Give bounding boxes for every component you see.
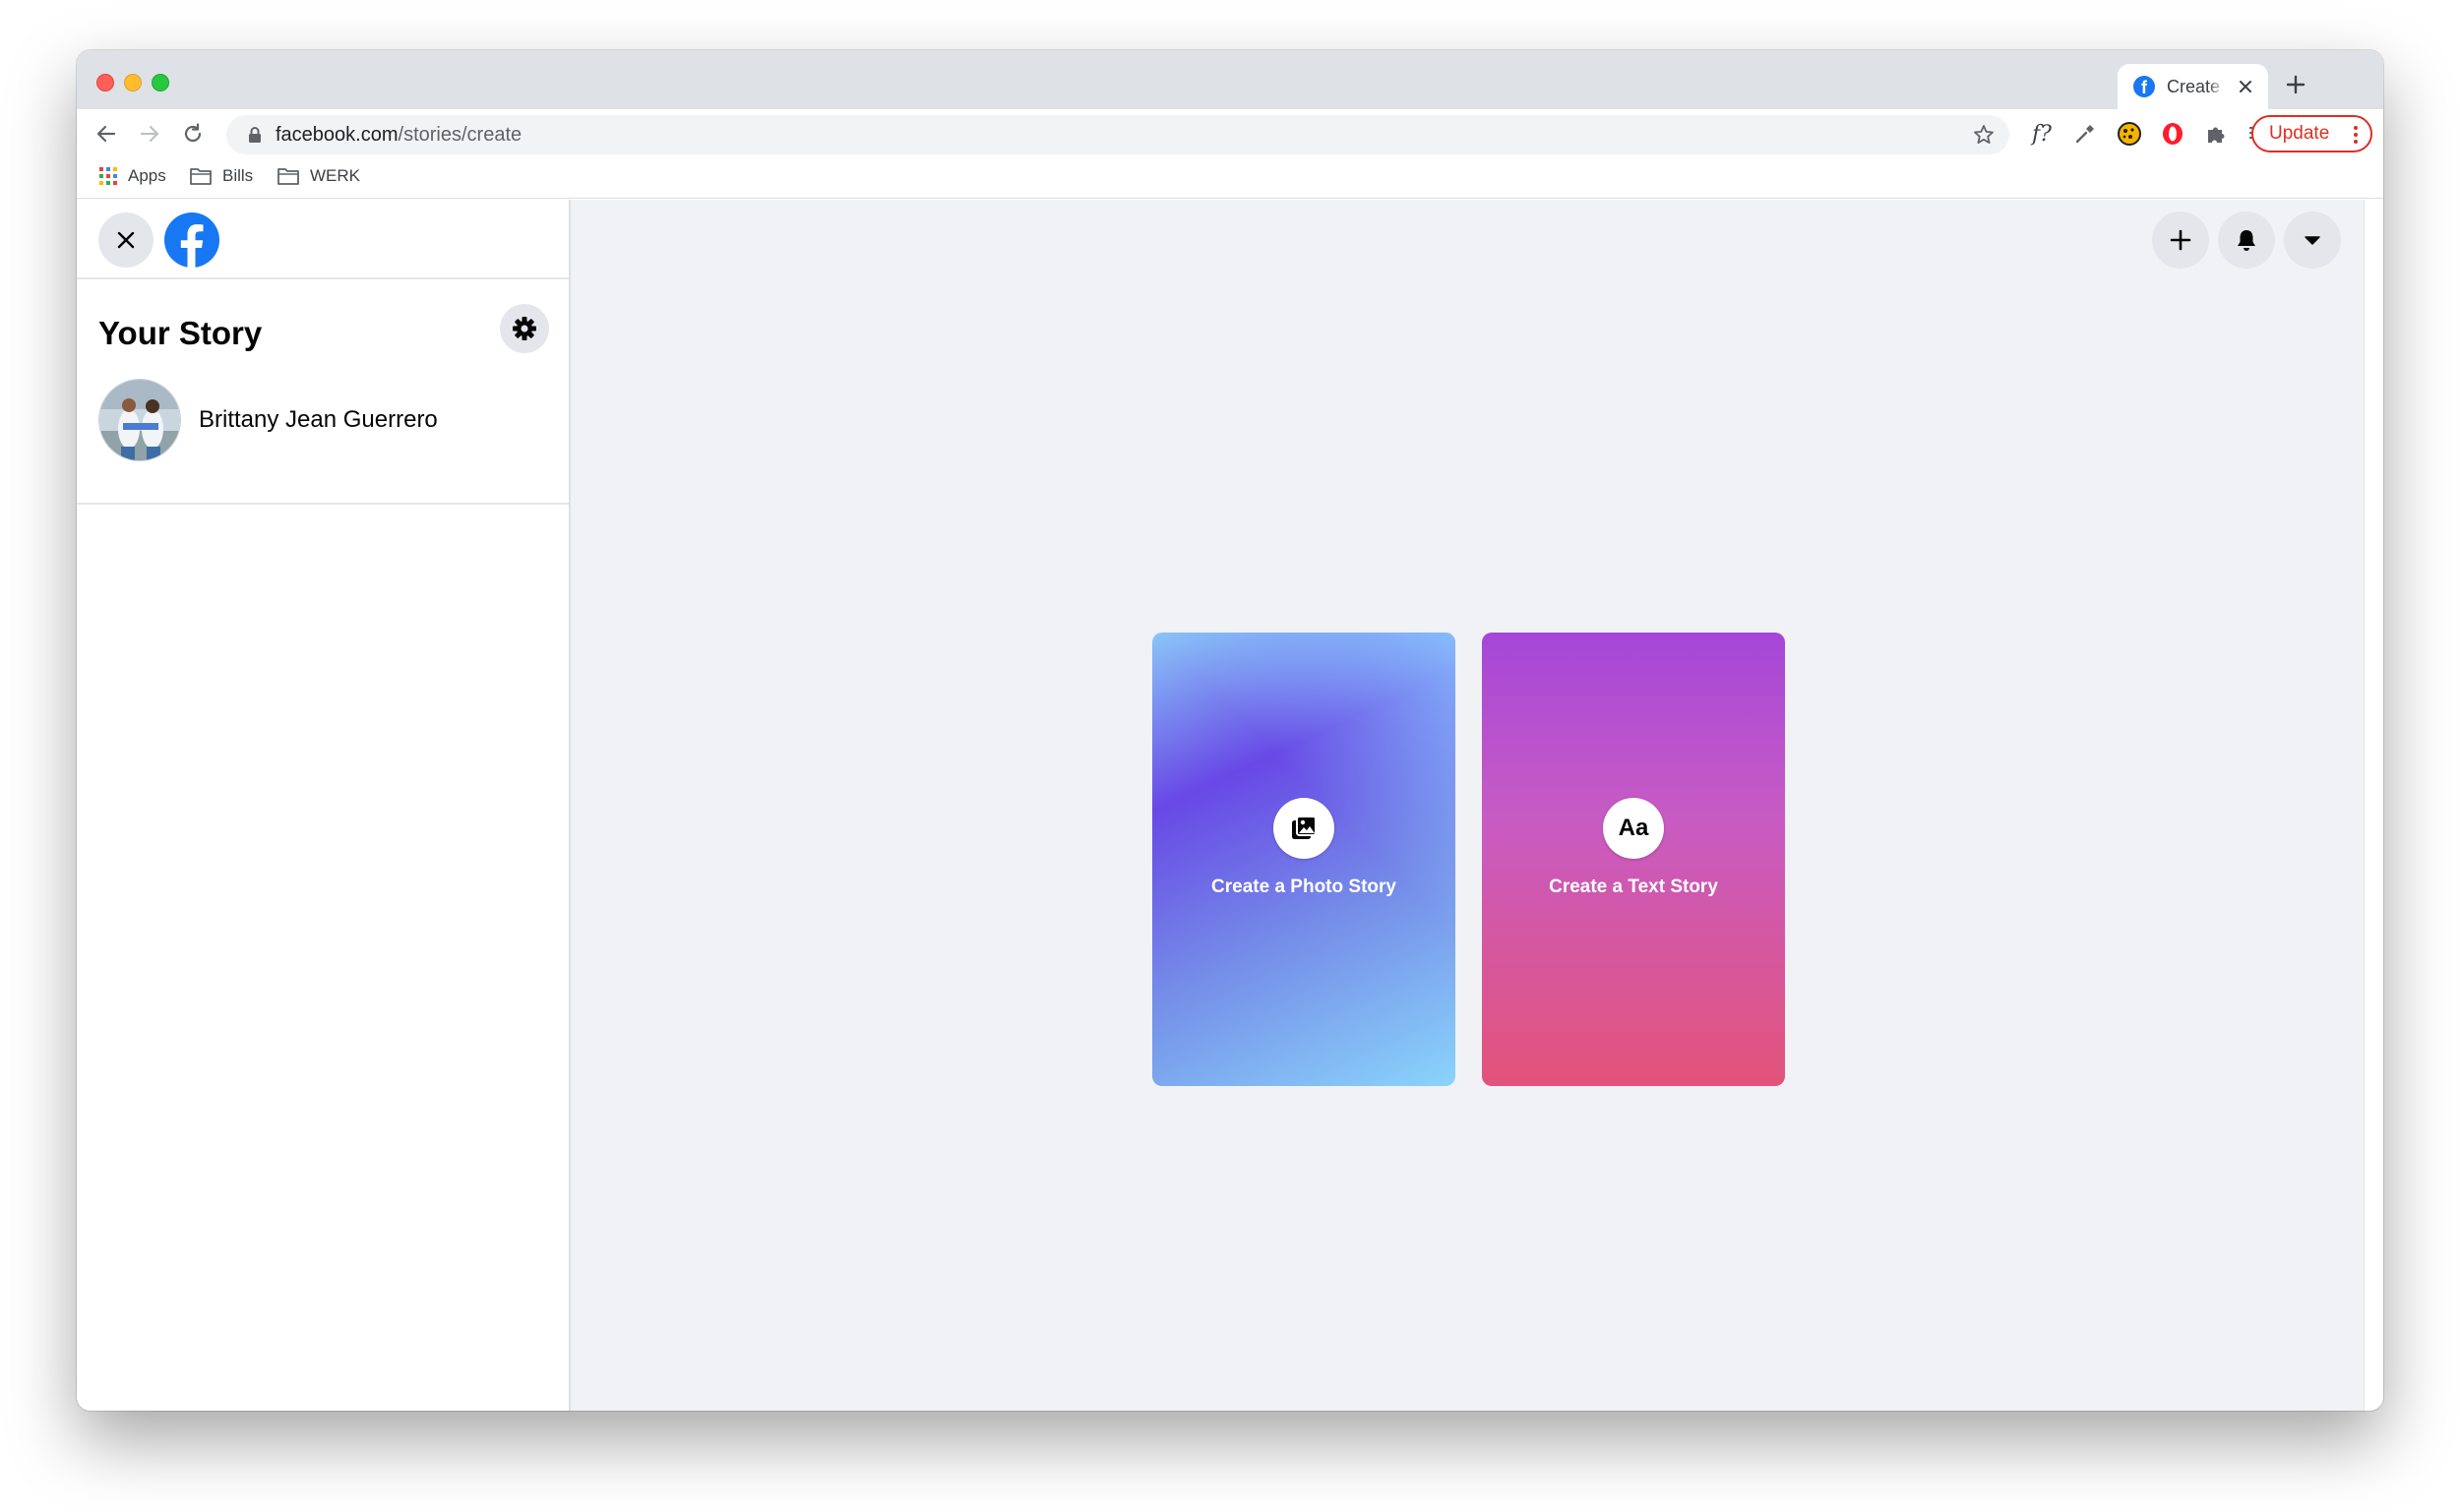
font-extension-label: f? bbox=[2032, 121, 2052, 147]
account-menu-button[interactable] bbox=[2284, 212, 2341, 269]
story-settings-button[interactable] bbox=[500, 304, 549, 353]
address-bar[interactable]: facebook.com/stories/create bbox=[226, 115, 2009, 154]
zoom-window-button[interactable] bbox=[152, 74, 169, 91]
create-text-story-card[interactable]: Aa Create a Text Story bbox=[1482, 633, 1785, 1086]
apps-grid-icon bbox=[99, 167, 117, 185]
bookmark-bills[interactable]: Bills bbox=[189, 166, 253, 186]
caret-down-icon bbox=[2305, 236, 2320, 245]
close-window-button[interactable] bbox=[96, 74, 114, 91]
page-title: Your Story bbox=[98, 315, 263, 351]
arrow-right-icon bbox=[140, 125, 159, 143]
sidebar-header bbox=[77, 200, 569, 279]
bookmarks-bar: Apps Bills WERK bbox=[77, 158, 2383, 199]
create-photo-story-card[interactable]: Create a Photo Story bbox=[1152, 633, 1455, 1086]
create-button[interactable] bbox=[2152, 212, 2209, 269]
photo-story-icon-circle bbox=[1273, 797, 1334, 859]
more-vert-icon bbox=[2354, 126, 2358, 144]
tab-close-icon[interactable] bbox=[2235, 76, 2256, 97]
update-label: Update bbox=[2269, 123, 2330, 144]
page-scrollbar[interactable] bbox=[2364, 200, 2383, 1411]
bookmark-label: Bills bbox=[222, 166, 254, 185]
eyedropper-extension-button[interactable] bbox=[2070, 119, 2100, 149]
font-extension-button[interactable]: f? bbox=[2027, 119, 2057, 149]
url-path: /stories/create bbox=[398, 124, 523, 146]
opera-icon bbox=[2163, 123, 2183, 145]
bookmark-apps[interactable]: Apps bbox=[98, 166, 166, 186]
page-content: Your Story Brittany Jean Guerrero Create… bbox=[77, 200, 2364, 1411]
minimize-window-button[interactable] bbox=[124, 74, 142, 91]
tab-create-story[interactable]: f Create bbox=[2118, 64, 2268, 109]
story-sidebar: Your Story Brittany Jean Guerrero bbox=[77, 200, 571, 1411]
update-chrome-button[interactable]: Update bbox=[2251, 115, 2372, 152]
lock-icon bbox=[249, 127, 261, 143]
tab-title: Create bbox=[2167, 76, 2221, 96]
plus-icon bbox=[2170, 229, 2191, 251]
bell-icon bbox=[2238, 230, 2255, 251]
facebook-logo-icon[interactable] bbox=[163, 212, 220, 269]
cookie-extension-button[interactable] bbox=[2115, 119, 2144, 149]
url-domain: facebook.com bbox=[276, 124, 399, 146]
facebook-favicon-icon: f bbox=[2133, 76, 2155, 97]
bookmark-werk[interactable]: WERK bbox=[277, 166, 360, 186]
folder-icon bbox=[277, 168, 299, 185]
tab-strip: f Create bbox=[77, 50, 2383, 109]
extensions-button[interactable] bbox=[2201, 119, 2231, 149]
eyedropper-icon bbox=[2075, 125, 2094, 144]
bookmark-label: Apps bbox=[128, 166, 166, 185]
notifications-button[interactable] bbox=[2218, 212, 2275, 269]
bookmark-label: WERK bbox=[310, 166, 360, 185]
arrow-left-icon bbox=[96, 125, 116, 143]
browser-window: f Create facebook.com/stories/create f? … bbox=[77, 50, 2383, 1411]
forward-button[interactable] bbox=[134, 118, 165, 150]
sidebar-divider bbox=[77, 503, 569, 505]
opera-extension-button[interactable] bbox=[2158, 119, 2187, 149]
folder-icon bbox=[190, 168, 212, 185]
back-button[interactable] bbox=[91, 118, 122, 150]
reload-icon bbox=[184, 123, 202, 143]
text-story-icon-circle: Aa bbox=[1603, 797, 1664, 859]
photo-story-label: Create a Photo Story bbox=[1211, 876, 1396, 897]
story-user-row[interactable]: Brittany Jean Guerrero bbox=[98, 378, 438, 462]
reload-button[interactable] bbox=[177, 118, 209, 150]
puzzle-piece-icon bbox=[2208, 127, 2225, 143]
url-text: facebook.com/stories/create bbox=[276, 124, 522, 147]
text-story-label: Create a Text Story bbox=[1549, 876, 1718, 897]
browser-toolbar: facebook.com/stories/create f? Update bbox=[77, 109, 2383, 158]
gear-icon bbox=[513, 317, 536, 340]
avatar bbox=[98, 379, 181, 461]
bookmark-star-icon[interactable] bbox=[1972, 123, 1996, 147]
user-photo-icon bbox=[99, 380, 180, 460]
new-tab-plus-icon[interactable] bbox=[2281, 70, 2310, 99]
cookie-icon bbox=[2118, 122, 2141, 146]
close-button[interactable] bbox=[98, 212, 154, 268]
user-name: Brittany Jean Guerrero bbox=[199, 406, 438, 433]
text-aa-icon: Aa bbox=[1618, 814, 1649, 841]
photos-icon bbox=[1292, 815, 1317, 839]
close-icon bbox=[117, 231, 135, 249]
